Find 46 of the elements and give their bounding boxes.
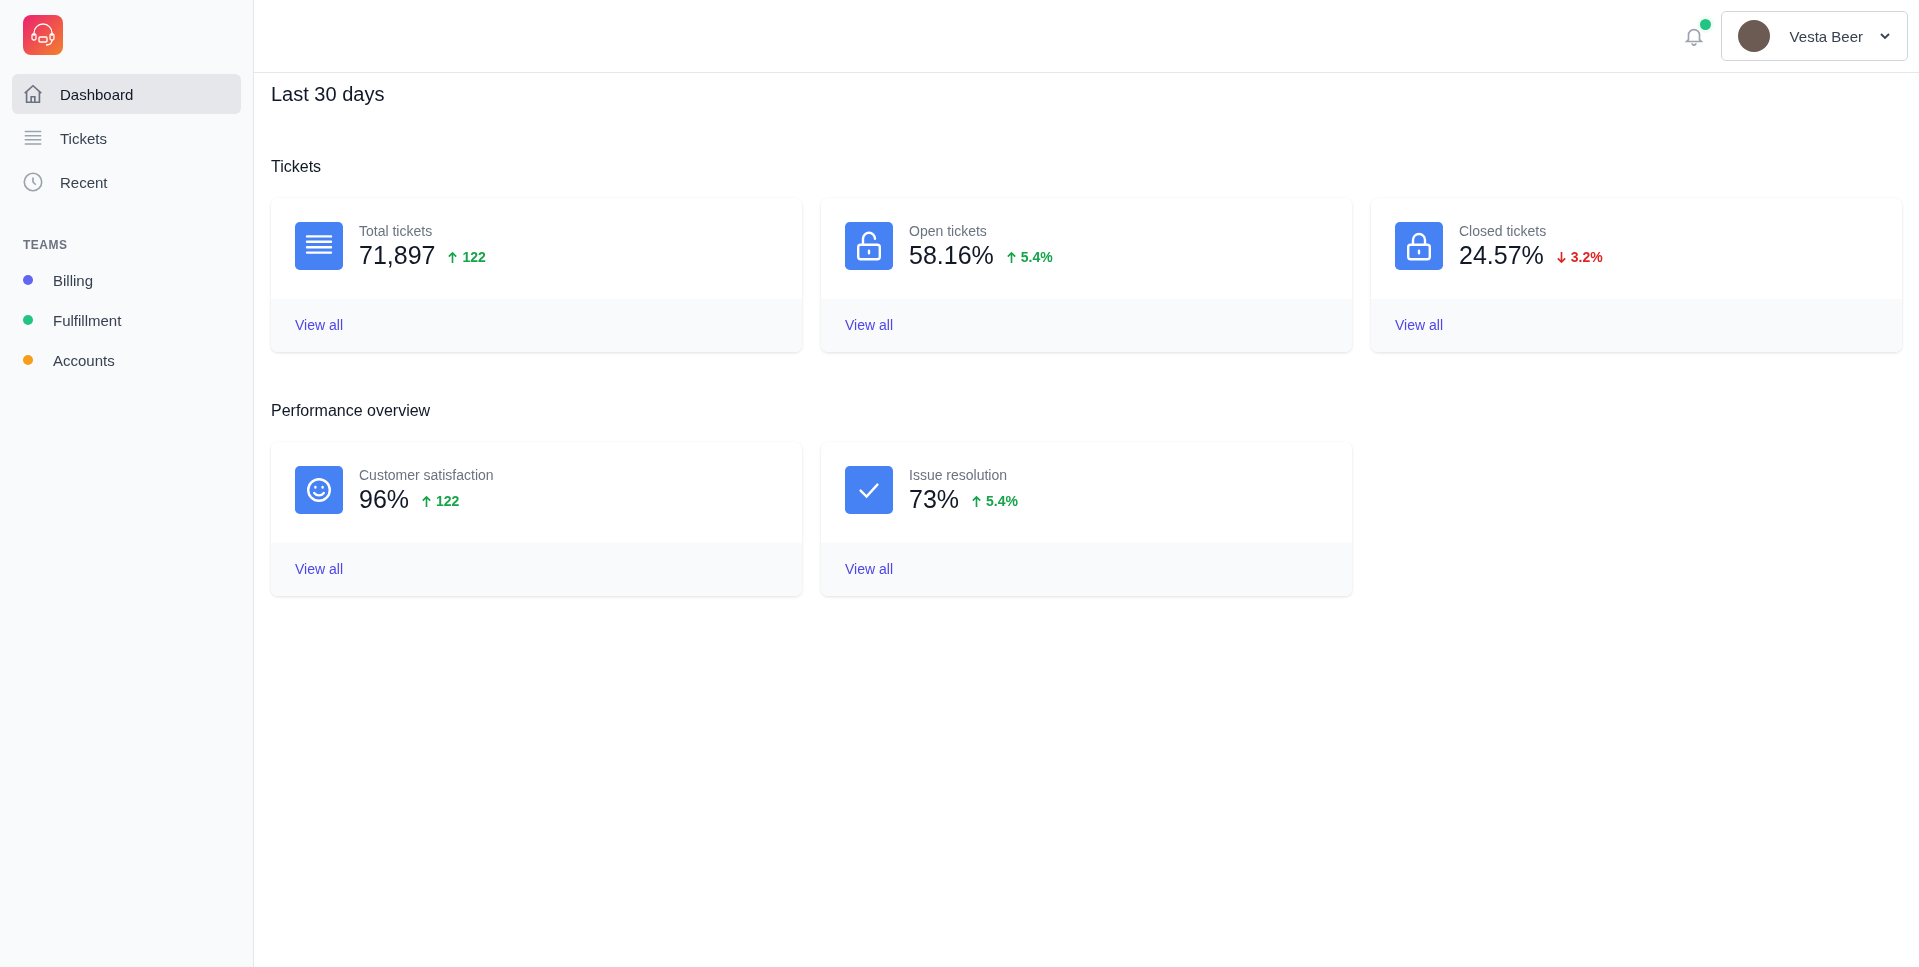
avatar-placeholder bbox=[1737, 20, 1770, 52]
arrow-down-icon bbox=[1555, 250, 1567, 264]
stat-change: 122 bbox=[421, 493, 460, 509]
stat-label: Total tickets bbox=[359, 222, 434, 239]
nav-item[interactable]: Dashboard bbox=[12, 74, 241, 114]
stat-label: Closed tickets bbox=[1459, 222, 1548, 239]
view-all-link[interactable]: View all bbox=[845, 317, 893, 333]
nav-item[interactable]: Recent bbox=[12, 162, 241, 202]
arrow-up-icon bbox=[971, 494, 983, 508]
arrow-up-icon bbox=[447, 250, 459, 264]
chevron-down-icon bbox=[1879, 30, 1891, 42]
stat-change: 122 bbox=[447, 249, 486, 265]
user-menu-button[interactable]: Vesta Beer bbox=[1720, 11, 1908, 61]
team-item[interactable]: Billing bbox=[12, 260, 241, 300]
smiley-icon bbox=[295, 466, 343, 514]
nav-item[interactable]: Tickets bbox=[12, 118, 241, 158]
list-icon bbox=[295, 222, 343, 270]
arrow-up-icon bbox=[421, 494, 433, 508]
page-title: Last 30 days bbox=[271, 83, 386, 106]
stat-value: 71,897 bbox=[359, 240, 436, 270]
view-all-link[interactable]: View all bbox=[295, 317, 343, 333]
section-title: Performance overview bbox=[271, 402, 432, 420]
section-heading: TEAMS bbox=[23, 238, 69, 252]
view-all-link[interactable]: View all bbox=[1395, 317, 1443, 333]
stat-label: Open tickets bbox=[909, 222, 988, 239]
view-all-link[interactable]: View all bbox=[295, 561, 343, 577]
stat-value: 96% bbox=[359, 484, 410, 514]
checkmark-icon bbox=[845, 466, 893, 514]
stat-change: 3.2% bbox=[1555, 249, 1603, 265]
view-all-link[interactable]: View all bbox=[845, 561, 893, 577]
home-icon bbox=[22, 83, 44, 105]
team-item[interactable]: Fulfillment bbox=[12, 300, 241, 340]
team-item[interactable]: Accounts bbox=[12, 340, 241, 380]
headset-logo-icon bbox=[23, 15, 63, 55]
arrow-up-icon bbox=[1005, 250, 1017, 264]
stat-label: Customer satisfaction bbox=[359, 466, 494, 483]
padlock-icon bbox=[1395, 222, 1443, 270]
stat-change: 5.4% bbox=[1005, 249, 1053, 265]
stat-value: 58.16% bbox=[909, 240, 994, 270]
stat-value: 24.57% bbox=[1459, 240, 1544, 270]
stat-value: 73% bbox=[909, 484, 960, 514]
unlocked-padlock-icon bbox=[845, 222, 893, 270]
stat-change: 5.4% bbox=[971, 493, 1018, 509]
stat-label: Issue resolution bbox=[909, 466, 1009, 483]
clock-icon bbox=[22, 171, 44, 193]
section-title: Tickets bbox=[271, 158, 323, 176]
